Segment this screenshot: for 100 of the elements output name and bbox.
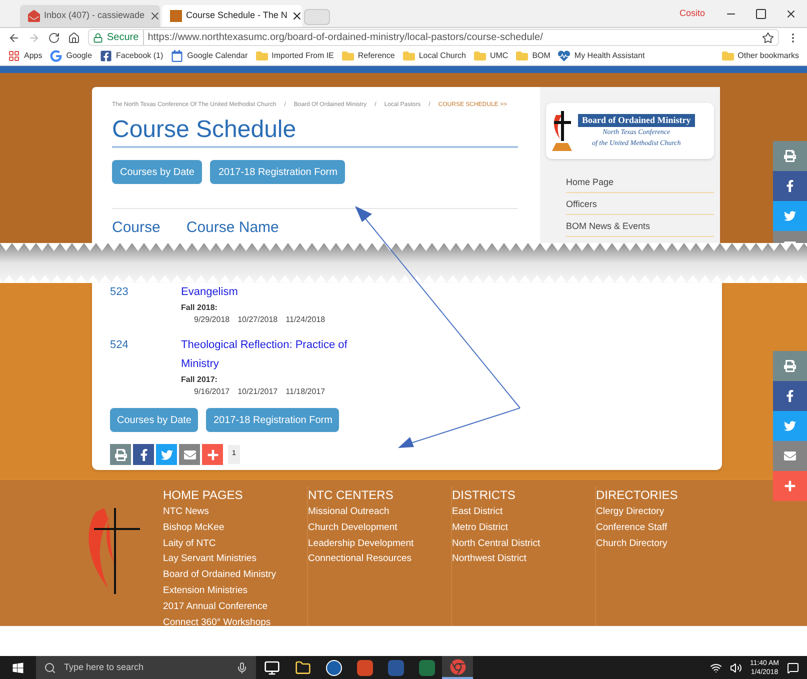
footer-link[interactable]: NTC News (163, 504, 307, 520)
footer-link[interactable]: Conference Staff (596, 520, 739, 536)
footer-link[interactable]: Church Directory (596, 536, 739, 552)
share-button[interactable] (202, 444, 223, 465)
twitter-icon (784, 210, 796, 222)
folder-icon (516, 50, 528, 62)
share-button[interactable] (773, 411, 807, 441)
term-label: Fall 2017: (181, 374, 218, 386)
presentation-icon (356, 660, 372, 676)
envelope-icon (784, 450, 796, 462)
footer-heading: DIRECTORIES (596, 487, 679, 504)
plus-icon (784, 480, 796, 492)
document-icon (388, 660, 404, 676)
bookmark[interactable]: Reference (342, 50, 395, 62)
bookmark[interactable]: Facebook (1) (100, 50, 164, 62)
mail-icon (28, 10, 40, 22)
footer-heading: HOME PAGES (163, 487, 244, 504)
browser-tab[interactable]: Inbox (407) - cassiewade (20, 5, 160, 27)
footer-link[interactable]: Laity of NTC (163, 536, 307, 552)
lock-icon (93, 32, 103, 42)
search-icon (44, 662, 56, 674)
notification-icon[interactable] (787, 662, 799, 674)
bookmark[interactable]: Google (50, 50, 92, 62)
footer-link[interactable]: Metro District (452, 520, 595, 536)
browser-tab[interactable]: Course Schedule - The N (162, 5, 302, 27)
share-button[interactable] (773, 171, 807, 201)
bookmark[interactable]: BOM (516, 50, 550, 62)
star-icon[interactable] (762, 32, 774, 44)
bookmark[interactable]: Google Calendar (171, 50, 248, 62)
session-date: 11/18/2017 (286, 386, 326, 398)
home-icon[interactable] (68, 32, 80, 44)
chrome-icon (450, 658, 466, 674)
share-button[interactable] (110, 444, 131, 465)
bookmark[interactable]: Apps (8, 50, 42, 62)
link-button[interactable]: Courses by Date (110, 408, 198, 432)
course-number: 524 (110, 338, 130, 353)
close-icon[interactable] (148, 10, 161, 22)
share-button[interactable] (773, 471, 807, 501)
bookmark[interactable]: Other bookmarks (722, 50, 799, 62)
course-name-link[interactable]: Evangelism (181, 283, 366, 302)
back-icon[interactable] (8, 32, 20, 44)
footer-link[interactable]: Connectional Resources (308, 551, 451, 568)
folder-icon (342, 50, 354, 62)
session-date: 10/21/2017 (238, 386, 278, 398)
sidebar-link[interactable]: BOM News & Events (566, 215, 714, 237)
sidebar-link[interactable]: Home Page (566, 171, 714, 193)
footer-link[interactable]: Church Development (308, 520, 451, 536)
taskbar-search-field[interactable]: Type here to search (36, 656, 256, 679)
google-icon (50, 50, 62, 62)
reload-icon[interactable] (48, 32, 60, 44)
link-button[interactable]: 2017-18 Registration Form (206, 408, 340, 432)
footer-heading: DISTRICTS (452, 487, 516, 504)
volume-icon (730, 662, 742, 674)
link-button[interactable]: Courses by Date (112, 160, 202, 184)
share-button[interactable] (156, 444, 177, 465)
footer-link[interactable]: Board of Ordained Ministry (163, 567, 307, 583)
printer-icon (784, 360, 796, 372)
bookmark[interactable]: Local Church (402, 50, 466, 62)
network-icon (710, 662, 722, 674)
maximize-icon[interactable] (755, 8, 767, 20)
footer-link[interactable]: Missional Outreach (308, 504, 451, 520)
facebook-icon (100, 50, 112, 62)
address-field[interactable]: Secure https://www.northtexasumc.org/board-of-ordained-ministry/local-pastors/course-schedule/ (88, 29, 779, 46)
footer-link[interactable]: 2017 Annual Conference (163, 598, 307, 615)
footer-link[interactable]: Bishop McKee (163, 520, 307, 536)
page-title: Course Schedule (112, 115, 518, 148)
bookmark[interactable]: My Health Assistant (558, 50, 645, 62)
course-name-link[interactable]: Theological Reflection: Practice of Ministry (181, 336, 366, 374)
footer-link[interactable]: Leadership Development (308, 536, 451, 552)
bookmark[interactable]: Imported From IE (256, 50, 334, 62)
share-button[interactable] (773, 441, 807, 471)
session-date: 9/16/2017 (194, 386, 230, 398)
footer-link[interactable]: East District (452, 504, 595, 520)
windows-icon[interactable] (12, 662, 24, 674)
close-icon[interactable] (291, 10, 304, 22)
share-button[interactable] (133, 444, 154, 465)
link-button[interactable]: 2017-18 Registration Form (210, 160, 346, 184)
envelope-icon (184, 448, 196, 460)
sidebar-link[interactable]: Officers (566, 193, 714, 215)
session-date: 10/27/2018 (238, 314, 278, 326)
footer-link[interactable]: Extension Ministries (163, 582, 307, 599)
column-heading: Course Name (186, 218, 279, 238)
footer-link[interactable]: Northwest District (452, 551, 595, 568)
share-button[interactable] (179, 444, 200, 465)
grid-icon (8, 50, 20, 62)
share-button[interactable] (773, 351, 807, 381)
url-text: https://www.northtexasumc.org/board-of-ordained-ministry/local-pastors/course-schedule/ (148, 31, 543, 45)
footer-link[interactable]: North Central District (452, 536, 595, 552)
footer-link[interactable]: Clergy Directory (596, 504, 739, 520)
course-number: 523 (110, 285, 130, 300)
share-button[interactable] (773, 381, 807, 411)
share-button[interactable] (773, 201, 807, 231)
footer-link[interactable]: Lay Servant Ministries (163, 551, 307, 568)
folder-icon (256, 50, 268, 62)
bookmark[interactable]: UMC (474, 50, 508, 62)
share-button[interactable] (773, 141, 807, 171)
profile-name[interactable]: Cosito (679, 6, 705, 20)
folder-icon (294, 660, 310, 676)
health-icon (558, 50, 570, 62)
close-icon[interactable] (785, 8, 797, 20)
